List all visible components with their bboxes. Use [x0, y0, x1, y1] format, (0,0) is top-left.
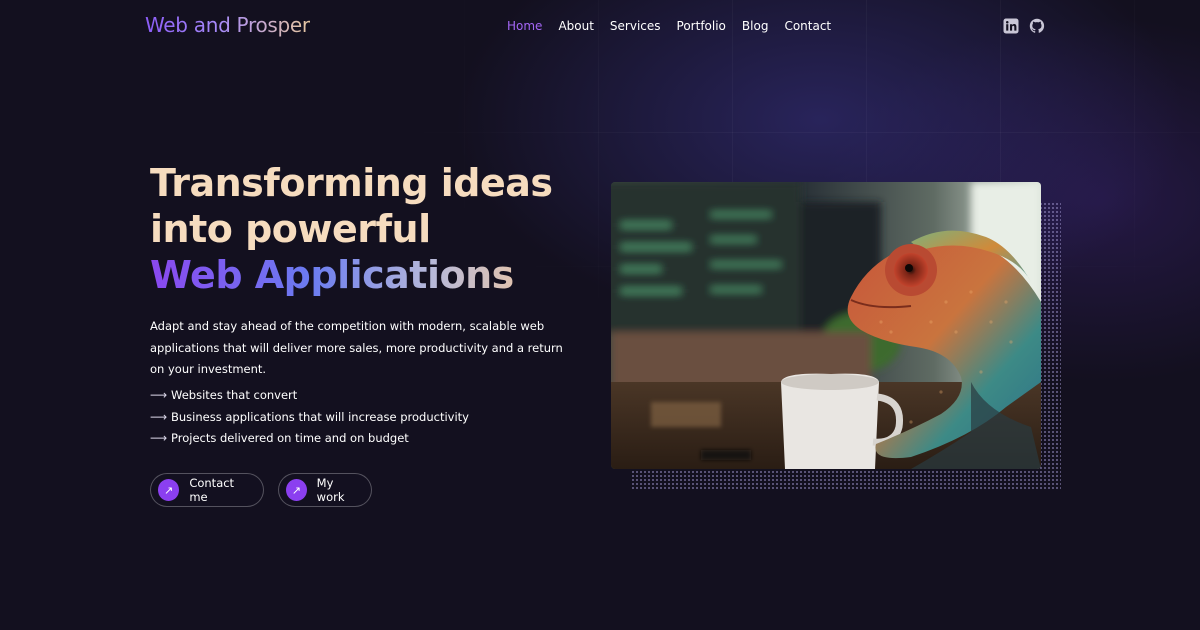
- feature-item: ⟶ Projects delivered on time and on budg…: [150, 428, 469, 450]
- headline-highlight: Web Applications: [150, 252, 553, 298]
- feature-text: Websites that convert: [171, 388, 298, 402]
- feature-item: ⟶ Websites that convert: [150, 385, 469, 407]
- my-work-label: My work: [316, 476, 345, 504]
- site-logo[interactable]: Web and Prosper: [145, 13, 310, 37]
- nav-item-contact[interactable]: Contact: [784, 19, 831, 33]
- arrow-right-icon: ⟶: [150, 388, 168, 402]
- arrow-up-right-icon: ↗: [286, 479, 307, 501]
- linkedin-icon[interactable]: [1003, 18, 1019, 34]
- headline-line-2: into powerful: [150, 207, 431, 251]
- contact-me-label: Contact me: [189, 476, 235, 504]
- nav-item-portfolio[interactable]: Portfolio: [677, 19, 726, 33]
- github-icon[interactable]: [1029, 18, 1045, 34]
- arrow-right-icon: ⟶: [150, 409, 168, 424]
- contact-me-button[interactable]: ↗ Contact me: [150, 473, 264, 507]
- headline-line-1: Transforming ideas: [150, 161, 553, 205]
- nav-item-home[interactable]: Home: [507, 19, 542, 33]
- nav-item-about[interactable]: About: [558, 19, 593, 33]
- arrow-up-right-icon: ↗: [158, 479, 180, 501]
- feature-text: Business applications that will increase…: [171, 409, 469, 424]
- nav-item-services[interactable]: Services: [610, 19, 661, 33]
- hero-image: [611, 182, 1041, 469]
- feature-item: ⟶ Business applications that will increa…: [150, 407, 469, 429]
- main-nav: Home About Services Portfolio Blog Conta…: [507, 19, 831, 33]
- social-links: [1003, 18, 1045, 34]
- my-work-button[interactable]: ↗ My work: [278, 473, 372, 507]
- hero-description: Adapt and stay ahead of the competition …: [150, 319, 563, 376]
- feature-text: Projects delivered on time and on budget: [171, 431, 409, 445]
- nav-item-blog[interactable]: Blog: [742, 19, 769, 33]
- hero-headline: Transforming ideas into powerful Web App…: [150, 160, 553, 298]
- feature-list: ⟶ Websites that convert ⟶ Business appli…: [150, 385, 469, 450]
- chameleon-at-desk-image: [611, 182, 1041, 469]
- arrow-right-icon: ⟶: [150, 431, 168, 445]
